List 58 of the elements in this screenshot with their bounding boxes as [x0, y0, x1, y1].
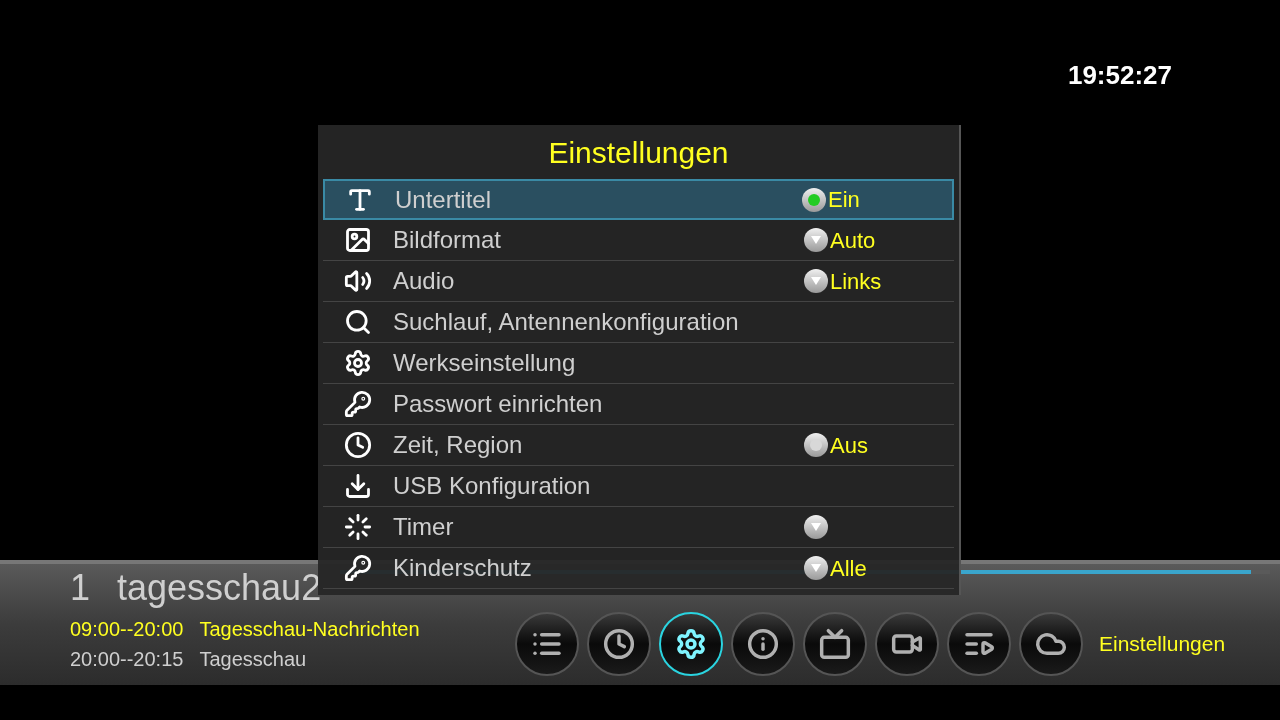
menu-label: Kinderschutz: [393, 553, 533, 583]
menu-label: Untertitel: [395, 184, 493, 215]
option-value: Aus: [830, 431, 868, 460]
menu-item[interactable]: Zeit, Region Aus: [323, 425, 954, 466]
option-value: Auto: [830, 226, 876, 255]
menu-label: Timer: [393, 512, 455, 542]
menu-label: Werkseinstellung: [393, 348, 577, 378]
channel-name: tagesschau2: [117, 566, 322, 610]
picture-icon: [344, 226, 372, 254]
radio-button[interactable]: [802, 187, 826, 212]
tv-icon: [819, 628, 851, 660]
panel-title: Einstellungen: [548, 134, 729, 171]
caret-icon: [811, 236, 821, 244]
dropdown-button[interactable]: [804, 228, 828, 252]
key-icon: [344, 554, 372, 582]
dropdown-button[interactable]: [804, 269, 828, 293]
caret-icon: [811, 277, 821, 285]
program-time: 20:00--20:15: [70, 647, 184, 672]
settings-icon: [344, 349, 372, 377]
menu-label: Audio: [393, 266, 456, 296]
menu-item[interactable]: Timer: [323, 507, 954, 548]
caret-icon: [811, 523, 821, 531]
key-icon: [344, 390, 372, 418]
settings-icon: [675, 628, 707, 660]
toolbar-button[interactable]: [659, 612, 723, 676]
menu-label: Suchlauf, Antennenkonfiguration: [393, 307, 740, 337]
option-value: Links: [830, 267, 882, 296]
menu-item[interactable]: Untertitel Ein: [323, 179, 954, 220]
caret-icon: [811, 564, 821, 572]
menu-item[interactable]: Bildformat Auto: [323, 220, 954, 261]
radio-button[interactable]: [804, 433, 828, 457]
clock-icon: [603, 628, 635, 660]
toolbar-label: Einstellungen: [1099, 631, 1226, 658]
clock-time: 19:52:27: [1067, 59, 1172, 88]
menu-label: USB Konfiguration: [393, 471, 592, 501]
option-value: Ein: [828, 186, 860, 214]
menu-label: Zeit, Region: [393, 430, 524, 460]
menu-item[interactable]: Kinderschutz Alle: [323, 548, 954, 589]
dropdown-button[interactable]: [804, 556, 828, 580]
download-icon: [344, 472, 372, 500]
program-title: Tagesschau-Nachrichten: [199, 617, 420, 642]
program-title: Tagesschau: [199, 647, 307, 672]
option-value: Alle: [830, 554, 867, 583]
clock-icon: [344, 431, 372, 459]
menu-item[interactable]: USB Konfiguration: [323, 466, 954, 507]
dropdown-button[interactable]: [804, 515, 828, 539]
menu-item[interactable]: Audio Links: [323, 261, 954, 302]
spinner-icon: [344, 513, 372, 541]
menu-label: Bildformat: [393, 225, 503, 255]
speaker-icon: [344, 267, 372, 295]
menu-item[interactable]: Werkseinstellung: [323, 343, 954, 384]
menu-item[interactable]: Passwort einrichten: [323, 384, 954, 425]
menu-item[interactable]: Suchlauf, Antennenkonfiguration: [323, 302, 954, 343]
channel-number: 1: [70, 566, 92, 610]
program-time: 09:00--20:00: [70, 617, 184, 642]
search-icon: [344, 308, 372, 336]
menu-label: Passwort einrichten: [393, 389, 604, 419]
info-icon: [747, 628, 779, 660]
